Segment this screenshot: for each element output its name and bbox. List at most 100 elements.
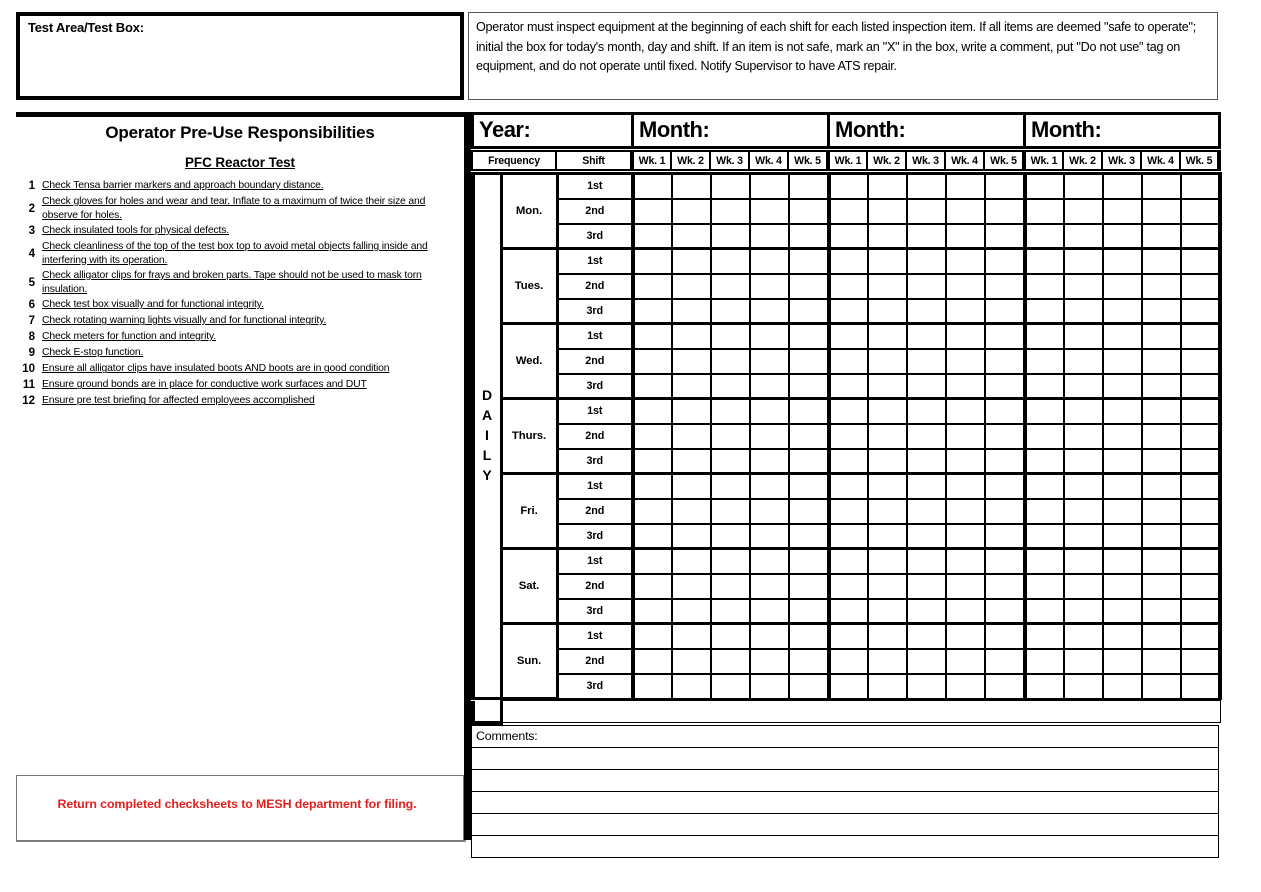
initial-entry-cell[interactable] xyxy=(827,297,869,325)
initial-entry-cell[interactable] xyxy=(788,472,831,500)
initial-entry-cell[interactable] xyxy=(1063,522,1104,550)
initial-entry-cell[interactable] xyxy=(1102,472,1143,500)
initial-entry-cell[interactable] xyxy=(1063,422,1104,450)
initial-entry-cell[interactable] xyxy=(710,672,751,700)
initial-entry-cell[interactable] xyxy=(867,222,908,250)
initial-entry-cell[interactable] xyxy=(1141,497,1182,525)
initial-entry-cell[interactable] xyxy=(749,497,790,525)
initial-entry-cell[interactable] xyxy=(867,272,908,300)
initial-entry-cell[interactable] xyxy=(1102,547,1143,575)
initial-entry-cell[interactable] xyxy=(867,622,908,650)
initial-entry-cell[interactable] xyxy=(1180,647,1222,675)
initial-entry-cell[interactable] xyxy=(1063,347,1104,375)
initial-entry-cell[interactable] xyxy=(1141,597,1182,625)
initial-entry-cell[interactable] xyxy=(867,672,908,700)
initial-entry-cell[interactable] xyxy=(1180,372,1222,400)
initial-entry-cell[interactable] xyxy=(1063,447,1104,475)
initial-entry-cell[interactable] xyxy=(671,172,712,200)
initial-entry-cell[interactable] xyxy=(631,222,673,250)
initial-entry-cell[interactable] xyxy=(1180,547,1222,575)
initial-entry-cell[interactable] xyxy=(867,647,908,675)
initial-entry-cell[interactable] xyxy=(984,272,1027,300)
initial-entry-cell[interactable] xyxy=(631,472,673,500)
initial-entry-cell[interactable] xyxy=(1180,572,1222,600)
initial-entry-cell[interactable] xyxy=(984,647,1027,675)
initial-entry-cell[interactable] xyxy=(749,547,790,575)
initial-entry-cell[interactable] xyxy=(749,447,790,475)
initial-entry-cell[interactable] xyxy=(671,447,712,475)
initial-entry-cell[interactable] xyxy=(1180,597,1222,625)
initial-entry-cell[interactable] xyxy=(1063,297,1104,325)
initial-entry-cell[interactable] xyxy=(1023,172,1065,200)
initial-entry-cell[interactable] xyxy=(867,497,908,525)
initial-entry-cell[interactable] xyxy=(984,247,1027,275)
initial-entry-cell[interactable] xyxy=(945,622,986,650)
month-header-cell-2[interactable]: Month: xyxy=(827,112,1026,149)
initial-entry-cell[interactable] xyxy=(867,522,908,550)
initial-entry-cell[interactable] xyxy=(1063,547,1104,575)
initial-entry-cell[interactable] xyxy=(827,197,869,225)
initial-entry-cell[interactable] xyxy=(1180,497,1222,525)
initial-entry-cell[interactable] xyxy=(710,347,751,375)
initial-entry-cell[interactable] xyxy=(1141,422,1182,450)
initial-entry-cell[interactable] xyxy=(710,222,751,250)
initial-entry-cell[interactable] xyxy=(671,197,712,225)
initial-entry-cell[interactable] xyxy=(710,247,751,275)
initial-entry-cell[interactable] xyxy=(1180,347,1222,375)
initial-entry-cell[interactable] xyxy=(906,422,947,450)
initial-entry-cell[interactable] xyxy=(749,347,790,375)
initial-entry-cell[interactable] xyxy=(906,597,947,625)
initial-entry-cell[interactable] xyxy=(1063,597,1104,625)
initial-entry-cell[interactable] xyxy=(749,222,790,250)
initial-entry-cell[interactable] xyxy=(906,647,947,675)
initial-entry-cell[interactable] xyxy=(945,672,986,700)
initial-entry-cell[interactable] xyxy=(1141,447,1182,475)
initial-entry-cell[interactable] xyxy=(945,422,986,450)
initial-entry-cell[interactable] xyxy=(867,322,908,350)
initial-entry-cell[interactable] xyxy=(749,597,790,625)
initial-entry-cell[interactable] xyxy=(1180,522,1222,550)
initial-entry-cell[interactable] xyxy=(749,472,790,500)
initial-entry-cell[interactable] xyxy=(788,622,831,650)
initial-entry-cell[interactable] xyxy=(1102,497,1143,525)
comments-input-line[interactable] xyxy=(471,746,1219,770)
initial-entry-cell[interactable] xyxy=(1023,447,1065,475)
initial-entry-cell[interactable] xyxy=(788,222,831,250)
initial-entry-cell[interactable] xyxy=(827,372,869,400)
initial-entry-cell[interactable] xyxy=(906,272,947,300)
initial-entry-cell[interactable] xyxy=(984,622,1027,650)
initial-entry-cell[interactable] xyxy=(749,672,790,700)
initial-entry-cell[interactable] xyxy=(710,597,751,625)
initial-entry-cell[interactable] xyxy=(945,472,986,500)
initial-entry-cell[interactable] xyxy=(945,197,986,225)
initial-entry-cell[interactable] xyxy=(710,197,751,225)
initial-entry-cell[interactable] xyxy=(1141,572,1182,600)
initial-entry-cell[interactable] xyxy=(1180,197,1222,225)
initial-entry-cell[interactable] xyxy=(1141,472,1182,500)
initial-entry-cell[interactable] xyxy=(671,547,712,575)
initial-entry-cell[interactable] xyxy=(827,472,869,500)
initial-entry-cell[interactable] xyxy=(1180,422,1222,450)
initial-entry-cell[interactable] xyxy=(945,372,986,400)
initial-entry-cell[interactable] xyxy=(1102,522,1143,550)
initial-entry-cell[interactable] xyxy=(671,597,712,625)
initial-entry-cell[interactable] xyxy=(631,672,673,700)
initial-entry-cell[interactable] xyxy=(1141,547,1182,575)
initial-entry-cell[interactable] xyxy=(1063,397,1104,425)
comments-input-line[interactable] xyxy=(471,790,1219,814)
initial-entry-cell[interactable] xyxy=(1023,272,1065,300)
initial-entry-cell[interactable] xyxy=(984,172,1027,200)
initial-entry-cell[interactable] xyxy=(827,347,869,375)
initial-entry-cell[interactable] xyxy=(906,322,947,350)
initial-entry-cell[interactable] xyxy=(788,197,831,225)
initial-entry-cell[interactable] xyxy=(710,622,751,650)
initial-entry-cell[interactable] xyxy=(1180,247,1222,275)
initial-entry-cell[interactable] xyxy=(710,547,751,575)
initial-entry-cell[interactable] xyxy=(867,247,908,275)
initial-entry-cell[interactable] xyxy=(1063,672,1104,700)
initial-entry-cell[interactable] xyxy=(788,297,831,325)
initial-entry-cell[interactable] xyxy=(827,172,869,200)
initial-entry-cell[interactable] xyxy=(710,372,751,400)
initial-entry-cell[interactable] xyxy=(945,647,986,675)
month-header-cell-3[interactable]: Month: xyxy=(1023,112,1221,149)
